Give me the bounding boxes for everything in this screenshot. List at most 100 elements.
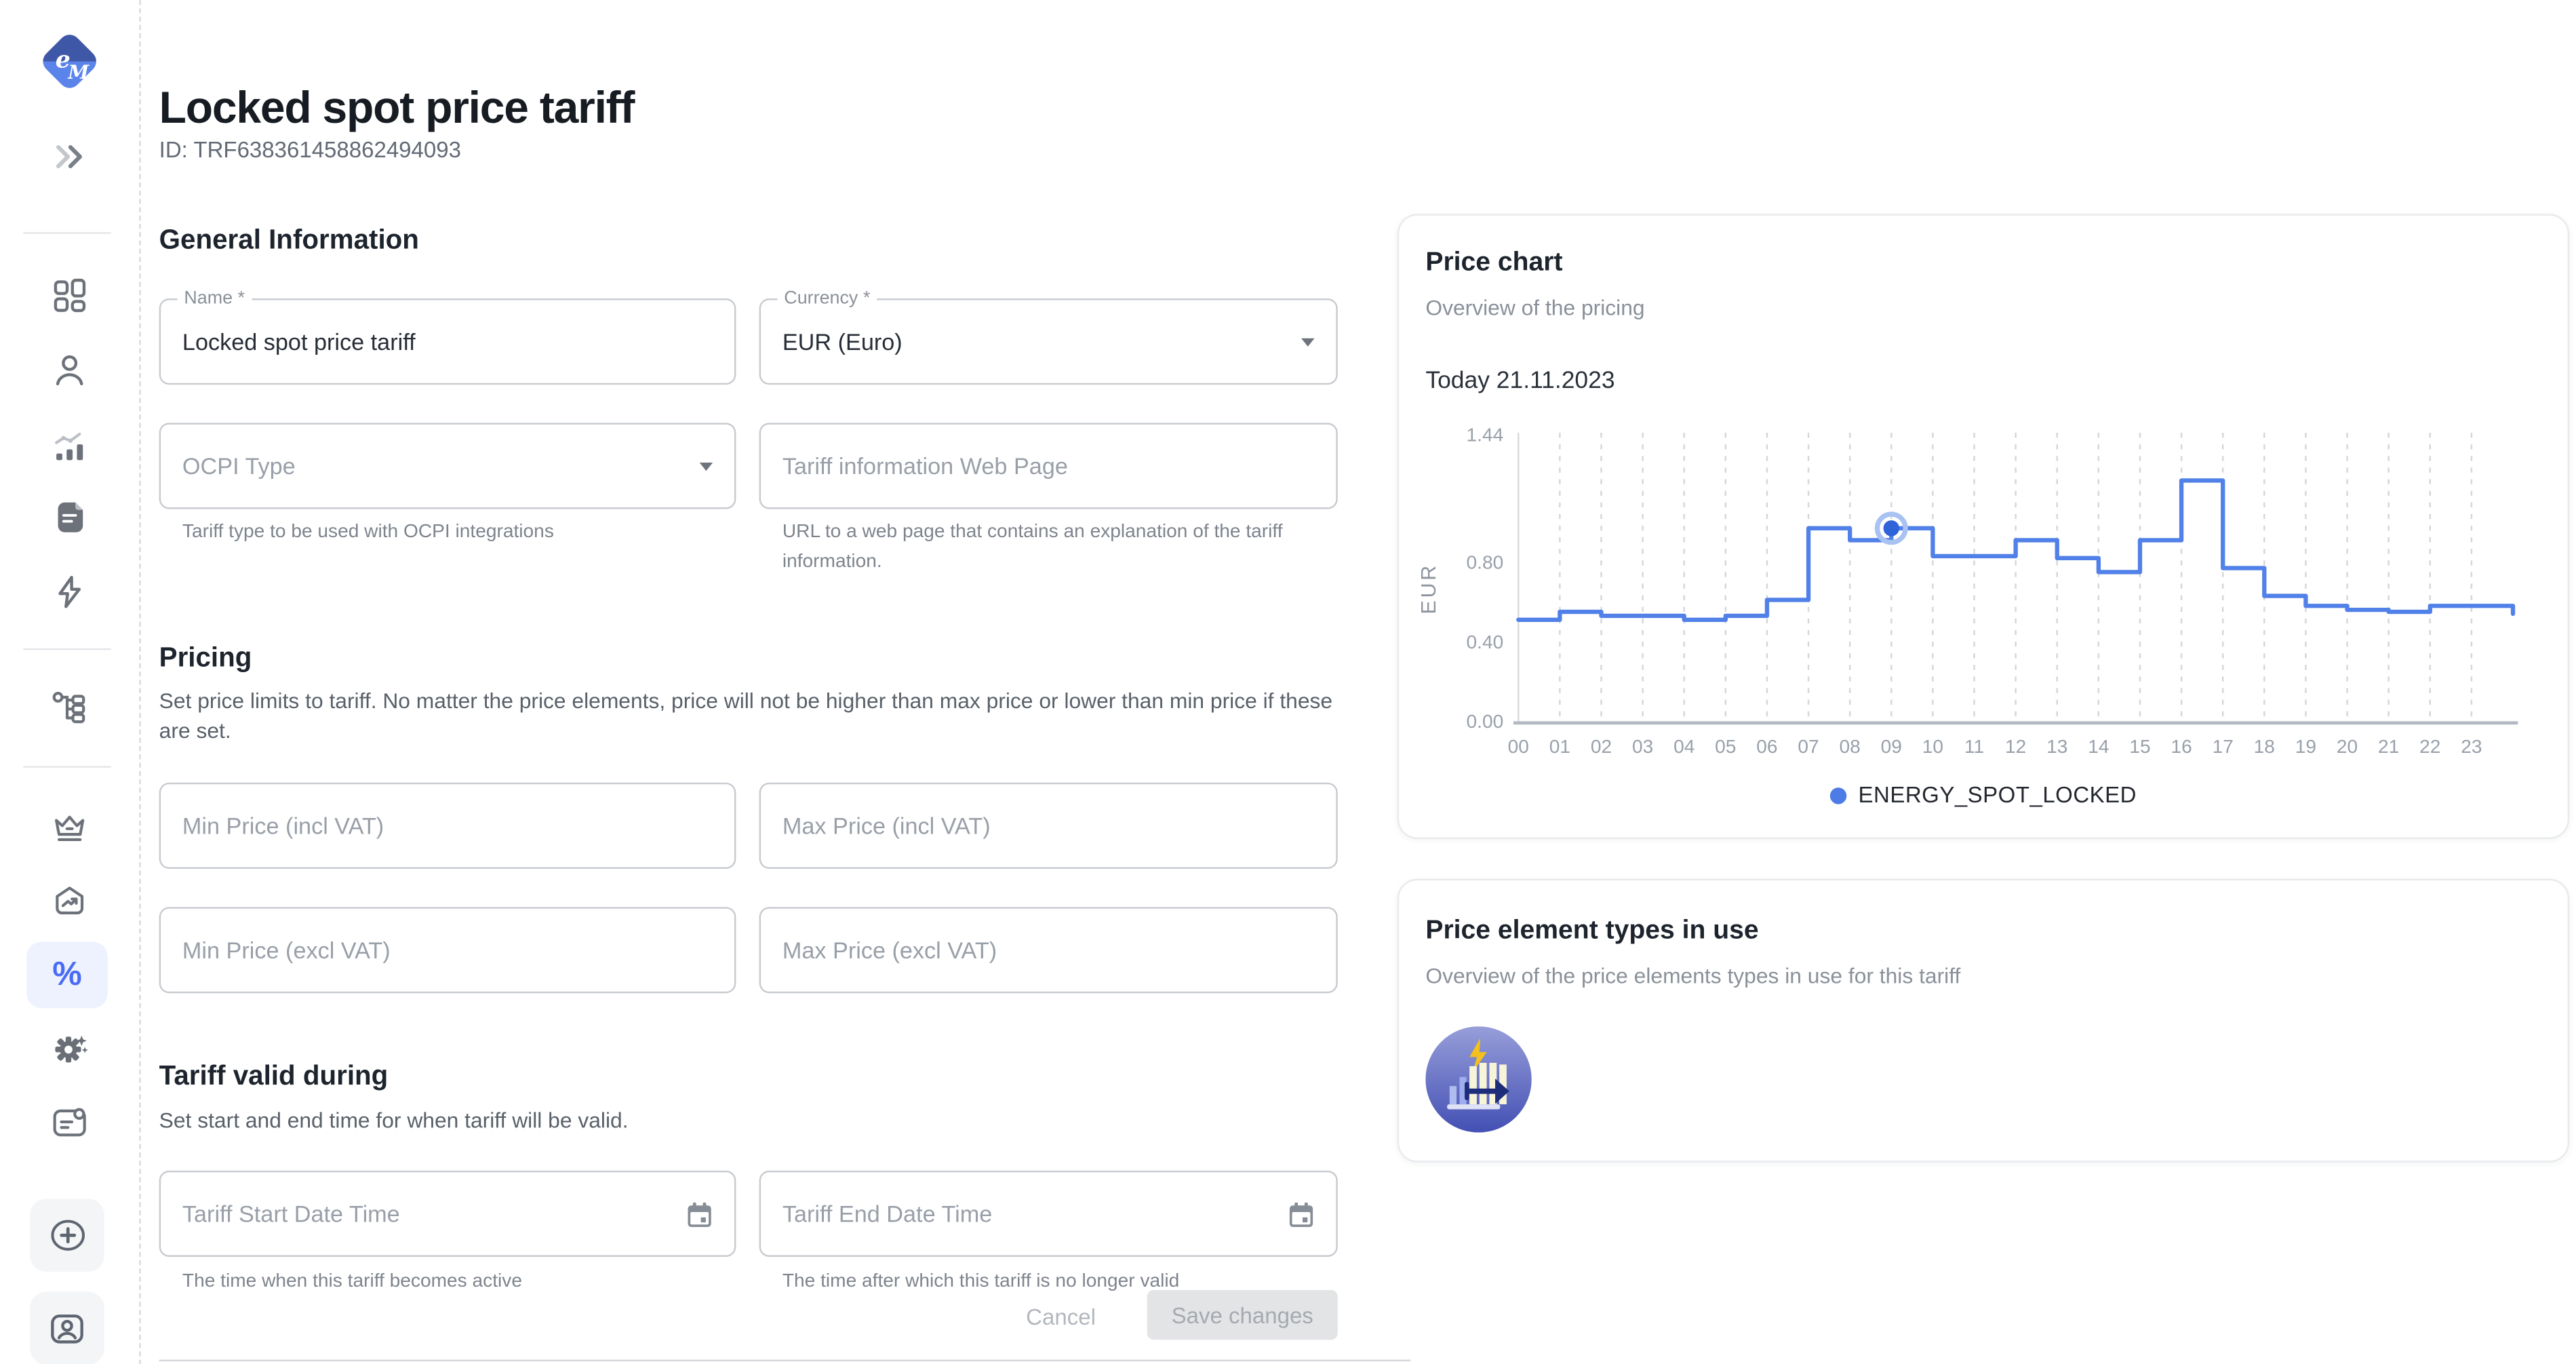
price-chart-subtitle: Overview of the pricing: [1425, 295, 1644, 320]
sidebar-item-energy[interactable]: [46, 568, 92, 615]
svg-text:07: 07: [1798, 736, 1819, 757]
svg-text:00: 00: [1508, 736, 1529, 757]
save-changes-button[interactable]: Save changes: [1147, 1290, 1338, 1340]
sidebar-item-dashboard[interactable]: [46, 272, 92, 318]
web-page-field[interactable]: [759, 423, 1338, 509]
svg-text:14: 14: [2088, 736, 2109, 757]
avatar-icon: [46, 1308, 87, 1349]
logo-icon: e M: [38, 30, 101, 93]
sidebar-item-home-trend[interactable]: [46, 879, 92, 925]
double-chevron-right-icon: [49, 135, 90, 176]
tariff-valid-description: Set start and end time for when tariff w…: [159, 1106, 1343, 1136]
tariff-id: ID: TRF638361458862494093: [159, 138, 461, 163]
price-elements-card: Price element types in use Overview of t…: [1398, 879, 2569, 1163]
calendar-icon[interactable]: [685, 1201, 715, 1230]
svg-text:08: 08: [1840, 736, 1861, 757]
legend-label: ENERGY_SPOT_LOCKED: [1859, 783, 2137, 808]
sidebar-item-contact-card[interactable]: [46, 1099, 92, 1146]
home-trend-icon: [49, 882, 90, 922]
min-price-incl-field[interactable]: [159, 783, 736, 869]
web-page-input[interactable]: [782, 425, 1291, 507]
price-chart-card: Price chart Overview of the pricing Toda…: [1398, 214, 2569, 839]
bar-chart-trend-icon: [49, 426, 90, 466]
svg-text:16: 16: [2171, 736, 2192, 757]
hierarchy-tree-icon: [49, 688, 90, 728]
price-chart-svg[interactable]: 0.000.400.801.44EUR000102030405060708091…: [1409, 423, 2553, 762]
svg-text:22: 22: [2419, 736, 2440, 757]
svg-text:13: 13: [2046, 736, 2067, 757]
section-divider: [159, 1360, 1411, 1361]
sidebar-item-users[interactable]: [46, 347, 92, 393]
chevron-down-icon: [1301, 338, 1315, 347]
sidebar-item-premium[interactable]: [46, 804, 92, 851]
svg-text:12: 12: [2005, 736, 2026, 757]
pricing-heading: Pricing: [159, 644, 252, 675]
svg-text:06: 06: [1756, 736, 1777, 757]
ocpi-type-field[interactable]: [159, 423, 736, 509]
svg-text:17: 17: [2213, 736, 2234, 757]
cancel-button[interactable]: Cancel: [995, 1295, 1128, 1338]
sidebar-item-hierarchy[interactable]: [46, 685, 92, 731]
tariff-start-field[interactable]: [159, 1171, 736, 1257]
gear-sparkle-icon: [49, 1032, 90, 1072]
svg-text:05: 05: [1715, 736, 1736, 757]
sidebar-item-tariffs-active[interactable]: %: [26, 942, 108, 1009]
name-input[interactable]: [182, 300, 690, 383]
name-field[interactable]: Name *: [159, 298, 736, 385]
crown-icon: [49, 808, 90, 848]
currency-select[interactable]: [782, 300, 1291, 383]
dashboard-grid-icon: [49, 275, 90, 315]
sidebar-item-statistics[interactable]: [46, 423, 92, 469]
sidebar-divider: [23, 766, 111, 767]
max-price-excl-input[interactable]: [782, 909, 1291, 992]
sidebar-divider: [23, 648, 111, 650]
page-title: Locked spot price tariff: [159, 83, 635, 134]
energy-spot-locked-badge-icon[interactable]: [1425, 1026, 1531, 1132]
account-button[interactable]: [30, 1291, 104, 1364]
ocpi-helper-text: Tariff type to be used with OCPI integra…: [182, 518, 730, 547]
svg-text:15: 15: [2129, 736, 2150, 757]
contact-card-icon: [49, 1103, 90, 1143]
svg-text:02: 02: [1591, 736, 1612, 757]
pricing-description: Set price limits to tariff. No matter th…: [159, 686, 1343, 746]
svg-text:0.00: 0.00: [1467, 711, 1504, 732]
min-price-excl-field[interactable]: [159, 907, 736, 993]
svg-text:11: 11: [1964, 736, 1984, 757]
svg-text:04: 04: [1673, 736, 1695, 757]
svg-text:23: 23: [2461, 736, 2482, 757]
tariff-end-field[interactable]: [759, 1171, 1338, 1257]
min-price-incl-input[interactable]: [182, 784, 690, 867]
max-price-incl-field[interactable]: [759, 783, 1338, 869]
sidebar-expand-button[interactable]: [46, 133, 92, 179]
document-icon: [49, 497, 90, 537]
price-chart-heading: Price chart: [1425, 249, 1562, 279]
svg-text:1.44: 1.44: [1467, 425, 1504, 446]
user-icon: [49, 350, 90, 390]
lightning-bolt-icon: [49, 572, 90, 612]
svg-text:EUR: EUR: [1417, 563, 1440, 615]
tariff-start-input[interactable]: [182, 1172, 690, 1255]
tariff-valid-heading: Tariff valid during: [159, 1061, 389, 1093]
legend-dot-icon: [1830, 787, 1846, 803]
tariff-end-input[interactable]: [782, 1172, 1291, 1255]
app-logo[interactable]: e M: [38, 30, 101, 93]
web-page-helper-text: URL to a web page that contains an expla…: [782, 518, 1316, 577]
calendar-icon[interactable]: [1286, 1201, 1316, 1230]
plus-circle-icon: [45, 1213, 89, 1257]
max-price-excl-field[interactable]: [759, 907, 1338, 993]
sidebar-item-documents[interactable]: [46, 494, 92, 540]
ocpi-type-select[interactable]: [182, 425, 690, 507]
add-button[interactable]: [30, 1199, 104, 1272]
max-price-incl-input[interactable]: [782, 784, 1291, 867]
svg-text:01: 01: [1549, 736, 1570, 757]
currency-field[interactable]: Currency *: [759, 298, 1338, 385]
svg-text:19: 19: [2295, 736, 2316, 757]
svg-text:09: 09: [1881, 736, 1902, 757]
sidebar-item-settings[interactable]: [46, 1028, 92, 1074]
min-price-excl-input[interactable]: [182, 909, 690, 992]
sidebar-divider: [23, 232, 111, 233]
chevron-down-icon: [700, 463, 713, 471]
svg-text:03: 03: [1632, 736, 1653, 757]
price-elements-subtitle: Overview of the price elements types in …: [1425, 963, 1960, 988]
svg-text:0.40: 0.40: [1467, 631, 1504, 652]
